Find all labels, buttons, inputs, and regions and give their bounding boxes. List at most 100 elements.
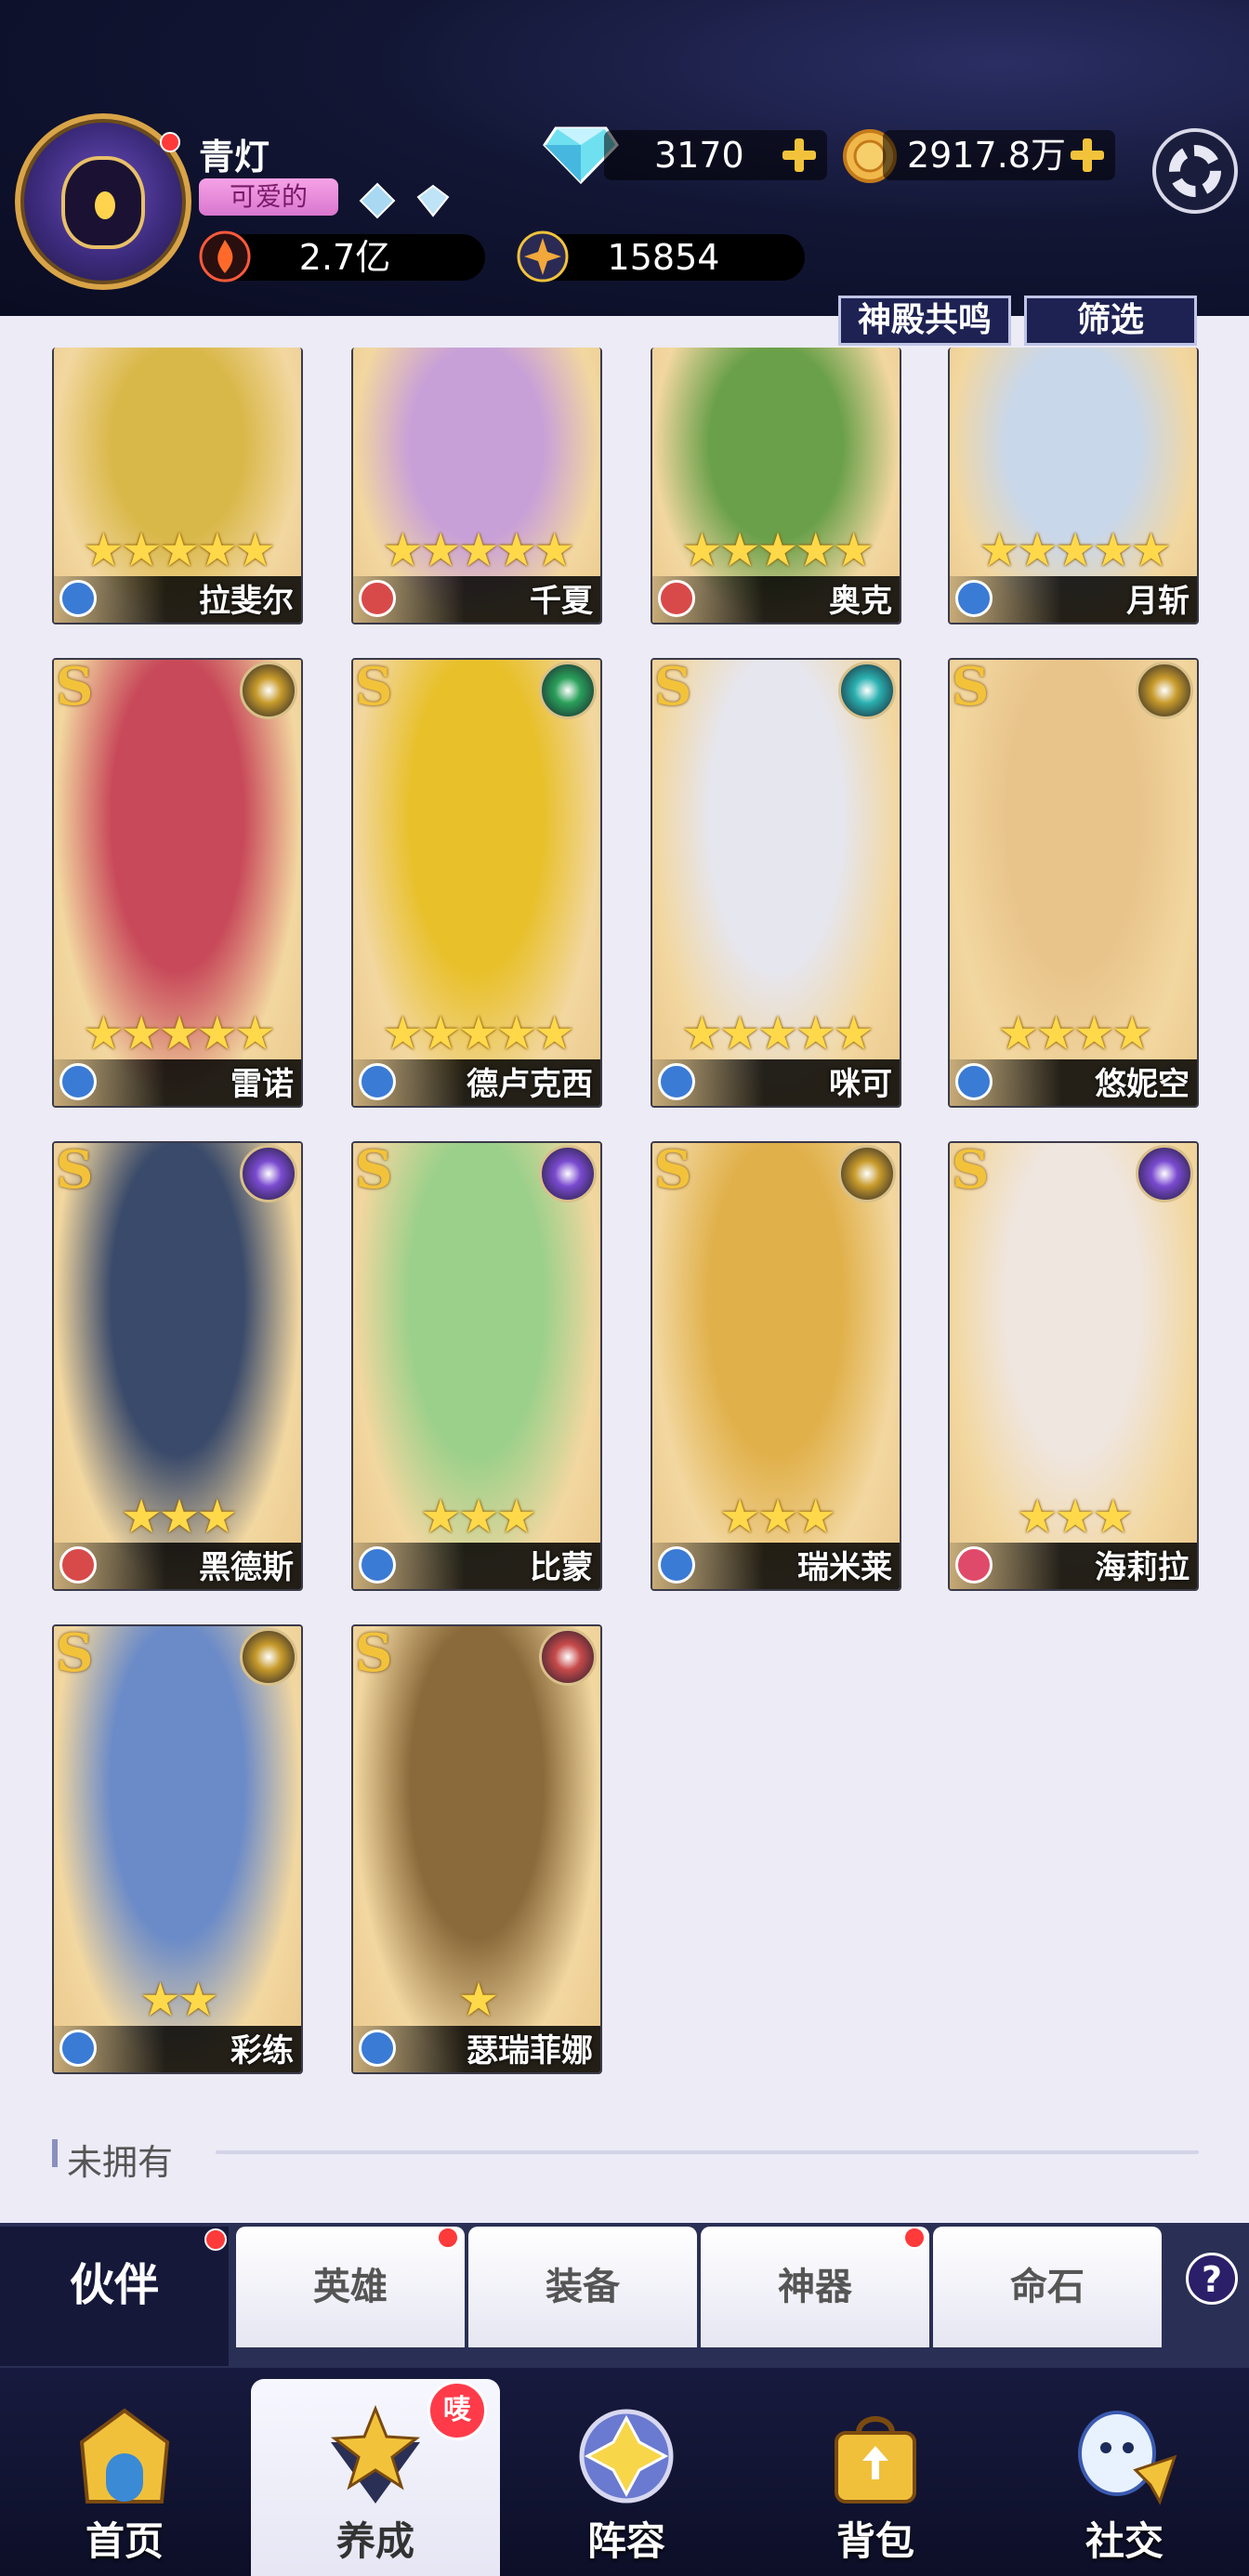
hero-name: 拉斐尔 (199, 583, 294, 620)
hero-card[interactable]: S ★★★★★ 咪可 (651, 658, 901, 1108)
class-icon (955, 1546, 993, 1584)
star-medal-icon (517, 230, 569, 283)
tab-artifacts[interactable]: 神器 (701, 2227, 929, 2347)
element-icon (539, 1145, 597, 1203)
hero-card[interactable]: ★★★★★ 奥克 (651, 348, 901, 624)
add-diamond-button[interactable] (781, 137, 818, 174)
tab-fate-stones[interactable]: 命石 (933, 2227, 1162, 2347)
diamond-rank-icon (416, 184, 450, 217)
notification-dot (903, 2227, 926, 2249)
hero-name: 悠妮空 (1095, 1066, 1190, 1103)
nav-home[interactable]: 首页 (0, 2379, 249, 2576)
element-icon (240, 1628, 297, 1686)
nav-lineup-label: 阵容 (586, 2518, 665, 2564)
star-rating: ★★★ (419, 1490, 537, 1544)
gold-value: 2917.8万 (907, 135, 1066, 176)
hero-card[interactable]: ★★★★★ 千夏 (351, 348, 602, 624)
hero-name: 咪可 (829, 1066, 892, 1103)
tab-partners[interactable]: 伙伴 (0, 2227, 229, 2366)
hero-name: 奥克 (829, 583, 892, 620)
score-value: 15854 (607, 237, 720, 278)
hero-name: 瑟瑞菲娜 (467, 2032, 593, 2070)
hero-card[interactable]: S ★★★★ 悠妮空 (948, 658, 1199, 1108)
star-rating: ★★★★ (997, 1006, 1152, 1060)
not-owned-heading: 未拥有 (67, 2142, 174, 2183)
class-icon (359, 580, 396, 617)
grade-badge: S (654, 658, 692, 717)
class-icon (955, 1063, 993, 1100)
class-icon (59, 1063, 97, 1100)
hero-card[interactable]: S ★★★★★ 德卢克西 (351, 658, 602, 1108)
flame-icon (199, 230, 251, 283)
hero-card[interactable]: S ★★★ 瑞米莱 (651, 1141, 901, 1591)
hero-name: 千夏 (530, 583, 593, 620)
hero-name: 瑞米莱 (797, 1549, 892, 1586)
diamond-value: 3170 (654, 135, 744, 176)
power-pill: 2.7亿 (199, 230, 485, 283)
hero-card[interactable]: S ★★★★★ 雷诺 (52, 658, 303, 1108)
nav-bag[interactable]: 背包 (751, 2379, 1000, 2576)
hero-card[interactable]: S ★★★ 比蒙 (351, 1141, 602, 1591)
power-value: 2.7亿 (298, 237, 391, 278)
class-icon (359, 1546, 396, 1584)
grade-badge: S (56, 658, 94, 717)
star-rating: ★★★ (1016, 1490, 1134, 1544)
hero-name: 彩练 (230, 2032, 294, 2070)
class-icon (658, 1063, 695, 1100)
diamond-counter: 3170 (604, 130, 827, 180)
grade-badge: S (355, 1141, 393, 1201)
class-icon (658, 580, 695, 617)
class-icon (955, 580, 993, 617)
grade-badge: S (952, 1141, 990, 1201)
grade-badge: S (355, 658, 393, 717)
notification-dot (160, 132, 180, 152)
element-icon (1136, 1145, 1193, 1203)
hero-card[interactable]: ★★★★★ 月斩 (948, 348, 1199, 624)
resonance-button[interactable]: 神殿共鸣 (838, 296, 1011, 346)
gold-counter: 2917.8万 (883, 130, 1115, 180)
hero-card[interactable]: ★★★★★ 拉斐尔 (52, 348, 303, 624)
nav-lineup[interactable]: 阵容 (502, 2379, 751, 2576)
class-icon (359, 2030, 396, 2067)
grade-badge: S (56, 1141, 94, 1201)
star-rating: ★★★★★ (381, 523, 575, 577)
diamond-rank-icon (359, 182, 396, 219)
tab-equipment[interactable]: 装备 (468, 2227, 697, 2347)
grade-badge: S (56, 1624, 94, 1684)
grade-badge: S (355, 1624, 393, 1684)
hero-card[interactable]: S ★★ 彩练 (52, 1624, 303, 2074)
avatar-eye-art (95, 191, 115, 219)
element-icon (1136, 662, 1193, 719)
hero-card[interactable]: S ★★★ 海莉拉 (948, 1141, 1199, 1591)
star-rating: ★★★★★ (381, 1006, 575, 1060)
class-icon (59, 580, 97, 617)
hero-card[interactable]: S ★ 瑟瑞菲娜 (351, 1624, 602, 2074)
hero-name: 黑德斯 (199, 1549, 294, 1586)
section-divider (216, 2150, 1199, 2154)
nav-social[interactable]: 社交 (1000, 2379, 1249, 2576)
hero-card[interactable]: S ★★★ 黑德斯 (52, 1141, 303, 1591)
element-icon (240, 1145, 297, 1203)
grade-badge: S (654, 1141, 692, 1201)
notification-dot (204, 2228, 227, 2251)
star-rating: ★★★★★ (978, 523, 1172, 577)
help-button[interactable]: ? (1186, 2253, 1238, 2305)
star-rating: ★★★★★ (82, 1006, 276, 1060)
add-gold-button[interactable] (1069, 137, 1106, 174)
develop-icon (330, 2405, 421, 2504)
filter-button[interactable]: 筛选 (1024, 296, 1197, 346)
bag-icon (835, 2416, 916, 2504)
gear-icon (1169, 145, 1221, 197)
star-rating: ★★★★★ (680, 1006, 874, 1060)
tab-heroes[interactable]: 英雄 (236, 2227, 465, 2347)
star-rating: ★★★★★ (82, 523, 276, 577)
class-icon (658, 1546, 695, 1584)
nav-badge: 唛 (427, 2381, 487, 2440)
lineup-icon (579, 2409, 674, 2504)
star-rating: ★★ (139, 1973, 219, 2027)
home-icon (79, 2408, 170, 2504)
player-avatar[interactable] (15, 113, 191, 290)
settings-button[interactable] (1152, 128, 1238, 214)
social-icon (1078, 2411, 1177, 2505)
hero-name: 海莉拉 (1095, 1549, 1190, 1586)
